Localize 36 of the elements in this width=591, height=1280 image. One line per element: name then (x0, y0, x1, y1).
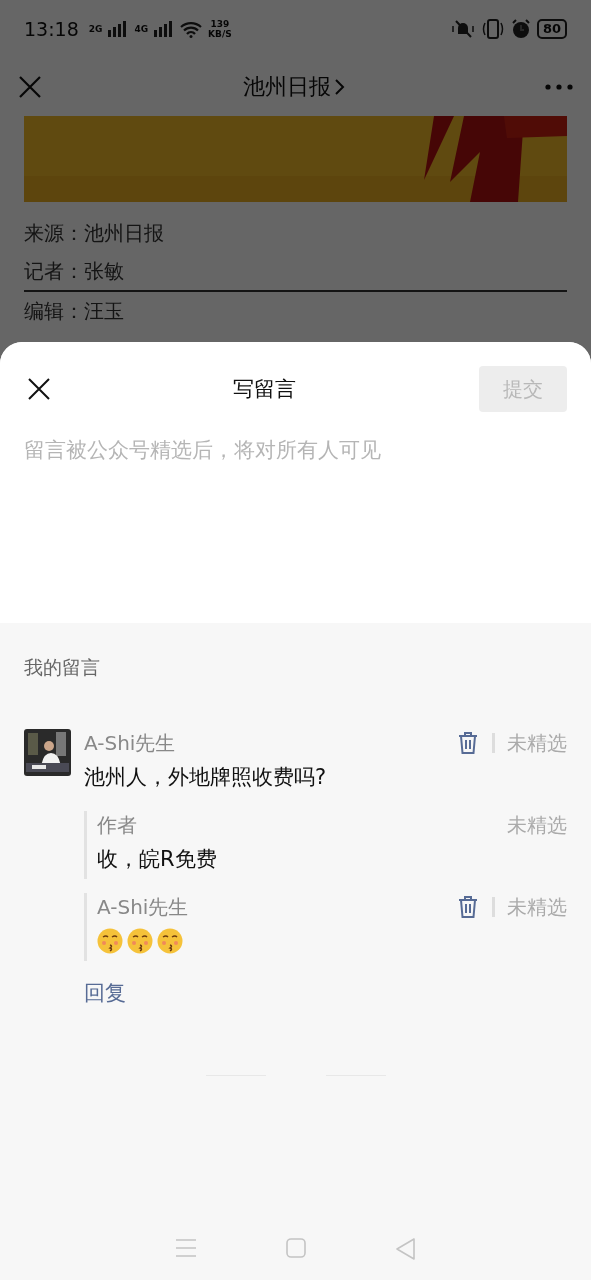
selection-status: 未精选 (507, 893, 567, 921)
signal-icon (154, 21, 175, 37)
author-name: A-Shi先生 (84, 729, 177, 757)
close-icon[interactable] (28, 378, 50, 400)
reply-text: 收，皖R免费 (97, 846, 218, 873)
account-title[interactable]: 池州日报 (242, 72, 331, 102)
trash-icon[interactable] (458, 731, 478, 755)
selection-status: 未精选 (507, 729, 567, 757)
network-label: 2G (88, 24, 103, 34)
signal-icon (108, 21, 129, 37)
kissing-face-icon (157, 928, 183, 954)
muted-bell-icon (450, 19, 475, 39)
reply-link[interactable]: 回复 (84, 979, 126, 1007)
selection-status: 未精选 (507, 811, 567, 839)
author-name: A-Shi先生 (97, 893, 190, 921)
section-title: 我的留言 (24, 655, 101, 680)
more-icon[interactable] (545, 84, 573, 90)
article-meta-line: 记者：张敏 (24, 252, 567, 292)
chevron-right-icon[interactable] (334, 78, 345, 96)
author-name: 作者 (97, 811, 138, 839)
comment-input-field[interactable]: 留言被公众号精选后，将对所有人可见 (0, 436, 591, 623)
vibrate-icon (480, 19, 505, 39)
network-label: 4G (134, 24, 149, 34)
comment-text: 池州人，外地牌照收费吗? (84, 764, 328, 791)
wifi-icon (180, 20, 203, 38)
article-meta-line: 来源：池州日报 (24, 220, 165, 247)
kissing-face-icon (127, 928, 153, 954)
kissing-face-icon (97, 928, 123, 954)
article-meta-line: 编辑：汪玉 (24, 298, 125, 325)
sheet-title: 写留言 (232, 376, 297, 403)
alarm-icon (510, 19, 531, 39)
speed-unit: KB/S (208, 29, 232, 39)
battery-level: 80 (536, 19, 567, 39)
speed-value: 139 (210, 19, 230, 29)
trash-icon[interactable] (458, 895, 478, 919)
clock: 13:18 (24, 18, 79, 40)
